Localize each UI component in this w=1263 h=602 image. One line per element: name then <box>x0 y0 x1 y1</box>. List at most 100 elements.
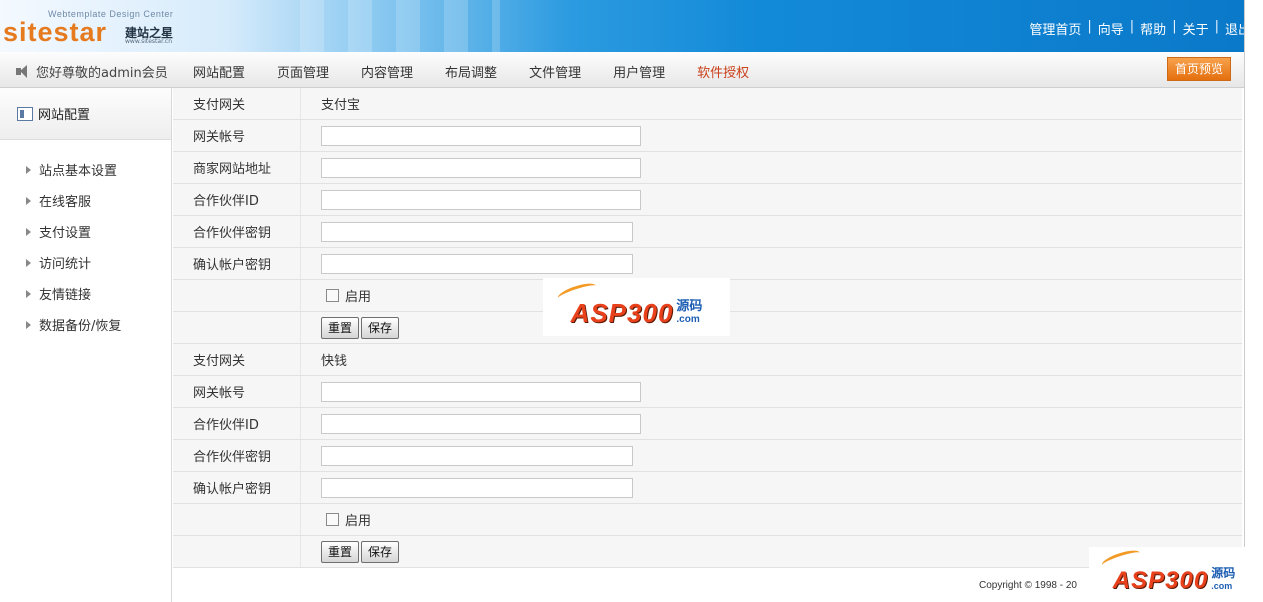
welcome-text: 您好尊敬的admin会员 <box>36 66 168 81</box>
alipay-enable-checkbox[interactable] <box>326 289 339 302</box>
sidebar-item-statistics[interactable]: 访问统计 <box>0 247 171 278</box>
form-row: 支付网关 支付宝 <box>173 88 1242 120</box>
form-row: 重置 保存 <box>173 536 1242 568</box>
site-url-label: 商家网站地址 <box>173 152 301 183</box>
triangle-right-icon <box>26 165 31 174</box>
sidebar-item-basic-settings[interactable]: 站点基本设置 <box>0 154 171 185</box>
watermark-domain: .com <box>676 314 700 325</box>
separator: | <box>1129 19 1135 34</box>
confirm-key-label: 确认帐户密钥 <box>173 472 301 503</box>
triangle-right-icon <box>26 320 31 329</box>
alipay-reset-button[interactable]: 重置 <box>321 316 360 339</box>
window-edge <box>1244 0 1263 602</box>
sidebar-item-label: 在线客服 <box>39 195 92 210</box>
triangle-right-icon <box>26 289 31 298</box>
top-links: 管理首页 | 向导 | 帮助 | 关于 | 退出 <box>1029 19 1251 38</box>
panel-icon <box>17 106 33 121</box>
kuaiqian-partner-key-input[interactable] <box>321 445 633 466</box>
form-row: 网关帐号 <box>173 376 1242 408</box>
form-row: 启用 <box>173 504 1242 536</box>
alipay-save-button[interactable]: 保存 <box>361 316 400 339</box>
homepage-preview-button[interactable]: 首页预览 <box>1167 57 1231 81</box>
welcome: 您好尊敬的admin会员 <box>16 62 168 81</box>
form-row: 合作伙伴ID <box>173 408 1242 440</box>
nav-site-config[interactable]: 网站配置 <box>193 62 245 81</box>
sidebar-item-online-service[interactable]: 在线客服 <box>0 185 171 216</box>
partner-id-label: 合作伙伴ID <box>173 408 301 439</box>
watermark-domain: .com <box>1211 581 1233 591</box>
nav-content-manage[interactable]: 内容管理 <box>361 62 413 81</box>
watermark-cn: 源码 <box>676 299 703 314</box>
sidebar-title: 网站配置 <box>38 108 91 123</box>
link-about[interactable]: 关于 <box>1183 19 1209 38</box>
alipay-partner-id-input[interactable] <box>321 189 641 210</box>
sidebar-header: 网站配置 <box>0 88 171 140</box>
kuaiqian-save-button[interactable]: 保存 <box>361 540 400 563</box>
watermark-brand: ASP300 <box>1112 566 1209 594</box>
gateway-label: 支付网关 <box>173 88 301 119</box>
sidebar-item-label: 支付设置 <box>39 226 92 241</box>
triangle-right-icon <box>26 227 31 236</box>
form-row: 合作伙伴密钥 <box>173 440 1242 472</box>
sidebar-item-links[interactable]: 友情链接 <box>0 278 171 309</box>
gateway-value: 支付宝 <box>321 98 361 113</box>
kuaiqian-account-input[interactable] <box>321 381 641 402</box>
header-decoration <box>300 0 500 52</box>
sidebar-item-label: 站点基本设置 <box>39 164 118 179</box>
form-row: 商家网站地址 <box>173 152 1242 184</box>
main-nav: 您好尊敬的admin会员 网站配置 页面管理 内容管理 布局调整 文件管理 用户… <box>0 52 1244 88</box>
form-row: 合作伙伴ID <box>173 184 1242 216</box>
confirm-key-label: 确认帐户密钥 <box>173 248 301 279</box>
enable-label: 启用 <box>345 290 372 305</box>
form-row: 确认帐户密钥 <box>173 472 1242 504</box>
nav-license[interactable]: 软件授权 <box>697 62 749 81</box>
logo: sitestar <box>3 17 108 47</box>
gateway-value: 快钱 <box>321 354 348 369</box>
kuaiqian-enable-checkbox[interactable] <box>326 513 339 526</box>
nav-user-manage[interactable]: 用户管理 <box>613 62 665 81</box>
alipay-partner-key-input[interactable] <box>321 221 633 242</box>
sidebar-item-payment[interactable]: 支付设置 <box>0 216 171 247</box>
alipay-confirm-key-input[interactable] <box>321 253 633 274</box>
form-row: 网关帐号 <box>173 120 1242 152</box>
partner-key-label: 合作伙伴密钥 <box>173 216 301 247</box>
link-help[interactable]: 帮助 <box>1140 19 1166 38</box>
kuaiqian-reset-button[interactable]: 重置 <box>321 540 360 563</box>
form-row: 确认帐户密钥 <box>173 248 1242 280</box>
separator: | <box>1087 19 1092 34</box>
link-wizard[interactable]: 向导 <box>1098 19 1124 38</box>
alipay-site-url-input[interactable] <box>321 157 641 178</box>
logo-url: www.sitestar.cn <box>125 38 172 45</box>
watermark-logo: ASP300 源码 .com <box>543 278 730 336</box>
alipay-account-input[interactable] <box>321 125 641 146</box>
copyright: Copyright © 1998 - 20 <box>979 580 1077 591</box>
sidebar: 网站配置 站点基本设置 在线客服 支付设置 访问统计 友情链接 数据备份/恢复 <box>0 88 172 602</box>
nav-file-manage[interactable]: 文件管理 <box>529 62 581 81</box>
triangle-right-icon <box>26 258 31 267</box>
separator: | <box>1214 19 1219 34</box>
form-row: 支付网关 快钱 <box>173 344 1242 376</box>
nav-page-manage[interactable]: 页面管理 <box>277 62 329 81</box>
sidebar-item-label: 访问统计 <box>39 257 92 272</box>
gateway-label: 支付网关 <box>173 344 301 375</box>
watermark-cn: 源码 <box>1211 566 1236 580</box>
enable-label: 启用 <box>345 514 372 529</box>
speaker-icon <box>16 65 31 78</box>
separator: | <box>1172 19 1177 34</box>
sidebar-item-label: 友情链接 <box>39 288 92 303</box>
form-row: 合作伙伴密钥 <box>173 216 1242 248</box>
header-banner: Webtemplate Design Center sitestar 建站之星 … <box>0 0 1263 52</box>
nav-menu: 网站配置 页面管理 内容管理 布局调整 文件管理 用户管理 软件授权 <box>193 62 781 81</box>
partner-key-label: 合作伙伴密钥 <box>173 440 301 471</box>
kuaiqian-partner-id-input[interactable] <box>321 413 641 434</box>
sidebar-item-backup[interactable]: 数据备份/恢复 <box>0 309 171 340</box>
sidebar-item-label: 数据备份/恢复 <box>39 319 122 334</box>
account-label: 网关帐号 <box>173 120 301 151</box>
watermark-logo: ASP300 源码 .com <box>1089 547 1259 602</box>
triangle-right-icon <box>26 196 31 205</box>
watermark-brand: ASP300 <box>570 297 674 328</box>
link-admin-home[interactable]: 管理首页 <box>1029 19 1081 38</box>
nav-layout[interactable]: 布局调整 <box>445 62 497 81</box>
partner-id-label: 合作伙伴ID <box>173 184 301 215</box>
kuaiqian-confirm-key-input[interactable] <box>321 477 633 498</box>
